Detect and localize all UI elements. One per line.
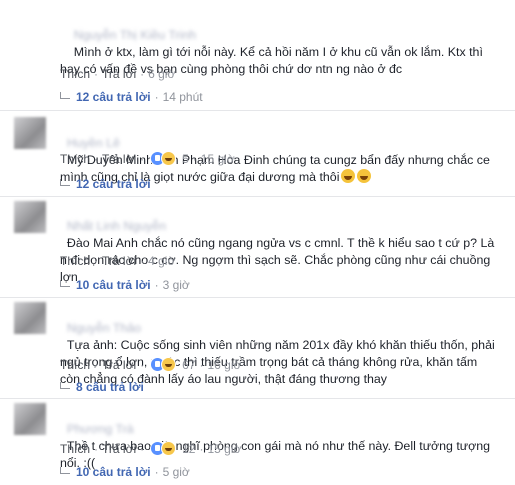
like-link[interactable]: Thích	[60, 358, 90, 372]
haha-reaction-icon	[161, 151, 177, 166]
reaction-count[interactable]: 5	[182, 152, 189, 166]
reply-arrow-icon	[60, 92, 70, 99]
comment-text: Nhất Linh Nguyễn Đào Mai Anh chắc nó cũn…	[60, 201, 500, 286]
comment-time[interactable]: 6 giờ	[148, 67, 175, 81]
reply-link[interactable]: Trả lời	[102, 67, 136, 81]
commenter-name[interactable]: Huyền Lê	[67, 136, 120, 150]
like-link[interactable]: Thích	[60, 254, 90, 268]
commenter-name[interactable]: Nguyễn Thảo	[67, 321, 141, 335]
avatar[interactable]	[14, 201, 46, 233]
divider	[0, 110, 515, 111]
replies-row[interactable]: 8 câu trả lời	[60, 378, 144, 396]
comment-text: Nguyễn Thảo Tựa ảnh: Cuộc sống sinh viên…	[60, 303, 500, 388]
reaction-summary[interactable]	[150, 357, 177, 376]
replies-time: 3 giờ	[162, 278, 190, 292]
divider	[0, 398, 515, 399]
haha-reaction-icon	[161, 357, 177, 372]
comment-time[interactable]: 15 giờ	[207, 442, 241, 456]
comment-time[interactable]: 16 giờ	[207, 358, 241, 372]
replies-link[interactable]: 12 câu trả lời	[76, 177, 151, 191]
replies-link[interactable]: 8 câu trả lời	[76, 380, 144, 394]
reaction-summary[interactable]	[150, 441, 177, 460]
reaction-count[interactable]: 67	[182, 358, 195, 372]
avatar[interactable]	[14, 302, 46, 334]
commenter-name[interactable]: Phương Trà	[67, 422, 134, 436]
replies-link[interactable]: 10 câu trả lời	[76, 278, 151, 292]
like-link[interactable]: Thích	[60, 442, 90, 456]
comment-actions: Thích · Trả lời · 4 giờ	[60, 254, 176, 268]
replies-link[interactable]: 10 câu trả lời	[76, 465, 151, 479]
comment-actions: Thích · Trả lời · 6 giờ	[60, 67, 176, 81]
comment-actions: Thích · Trả lời · 5 · 15 giờ	[60, 151, 235, 167]
reply-link[interactable]: Trả lời	[102, 442, 136, 456]
replies-row[interactable]: 10 câu trả lời · 5 giờ	[60, 463, 190, 481]
reply-arrow-icon	[60, 280, 70, 287]
replies-time: 14 phút	[162, 90, 203, 104]
comment-time[interactable]: 4 giờ	[148, 254, 175, 268]
reaction-count[interactable]: 12	[182, 442, 195, 456]
comment-actions: Thích · Trả lời · 12 · 15 giờ	[60, 441, 241, 457]
divider	[0, 196, 515, 197]
replies-row[interactable]: 12 câu trả lời · 14 phút	[60, 88, 203, 106]
avatar[interactable]	[14, 117, 46, 149]
commenter-name[interactable]: Nhất Linh Nguyễn	[67, 219, 166, 233]
avatar[interactable]	[14, 403, 46, 435]
reply-link[interactable]: Trả lời	[102, 152, 136, 166]
laughing-emoji-icon	[341, 169, 356, 183]
divider	[0, 297, 515, 298]
reply-arrow-icon	[60, 467, 70, 474]
replies-time: 5 giờ	[162, 465, 190, 479]
like-link[interactable]: Thích	[60, 152, 90, 166]
reply-link[interactable]: Trả lời	[102, 358, 136, 372]
reaction-summary[interactable]	[150, 151, 177, 170]
comment-time[interactable]: 15 giờ	[201, 152, 235, 166]
comment-text: Nguyễn Thị Kiều Trinh Mình ở ktx, làm gì…	[60, 10, 500, 95]
comment-actions: Thích · Trả lời · 67 · 16 giờ	[60, 357, 241, 373]
comment-text: Phương Trà Thề t chưa bao giờ nghĩ phòng…	[60, 404, 500, 472]
replies-link[interactable]: 12 câu trả lời	[76, 90, 151, 104]
laughing-emoji-icon	[357, 169, 372, 183]
reply-arrow-icon	[60, 179, 70, 186]
reply-arrow-icon	[60, 382, 70, 389]
replies-row[interactable]: 12 câu trả lời	[60, 175, 151, 193]
like-link[interactable]: Thích	[60, 67, 90, 81]
commenter-name[interactable]: Nguyễn Thị Kiều Trinh	[74, 28, 196, 42]
reply-link[interactable]: Trả lời	[102, 254, 136, 268]
haha-reaction-icon	[161, 441, 177, 456]
comment-1: Nguyễn Thị Kiều Trinh Mình ở ktx, làm gì…	[0, 0, 515, 104]
replies-row[interactable]: 10 câu trả lời · 3 giờ	[60, 276, 190, 294]
